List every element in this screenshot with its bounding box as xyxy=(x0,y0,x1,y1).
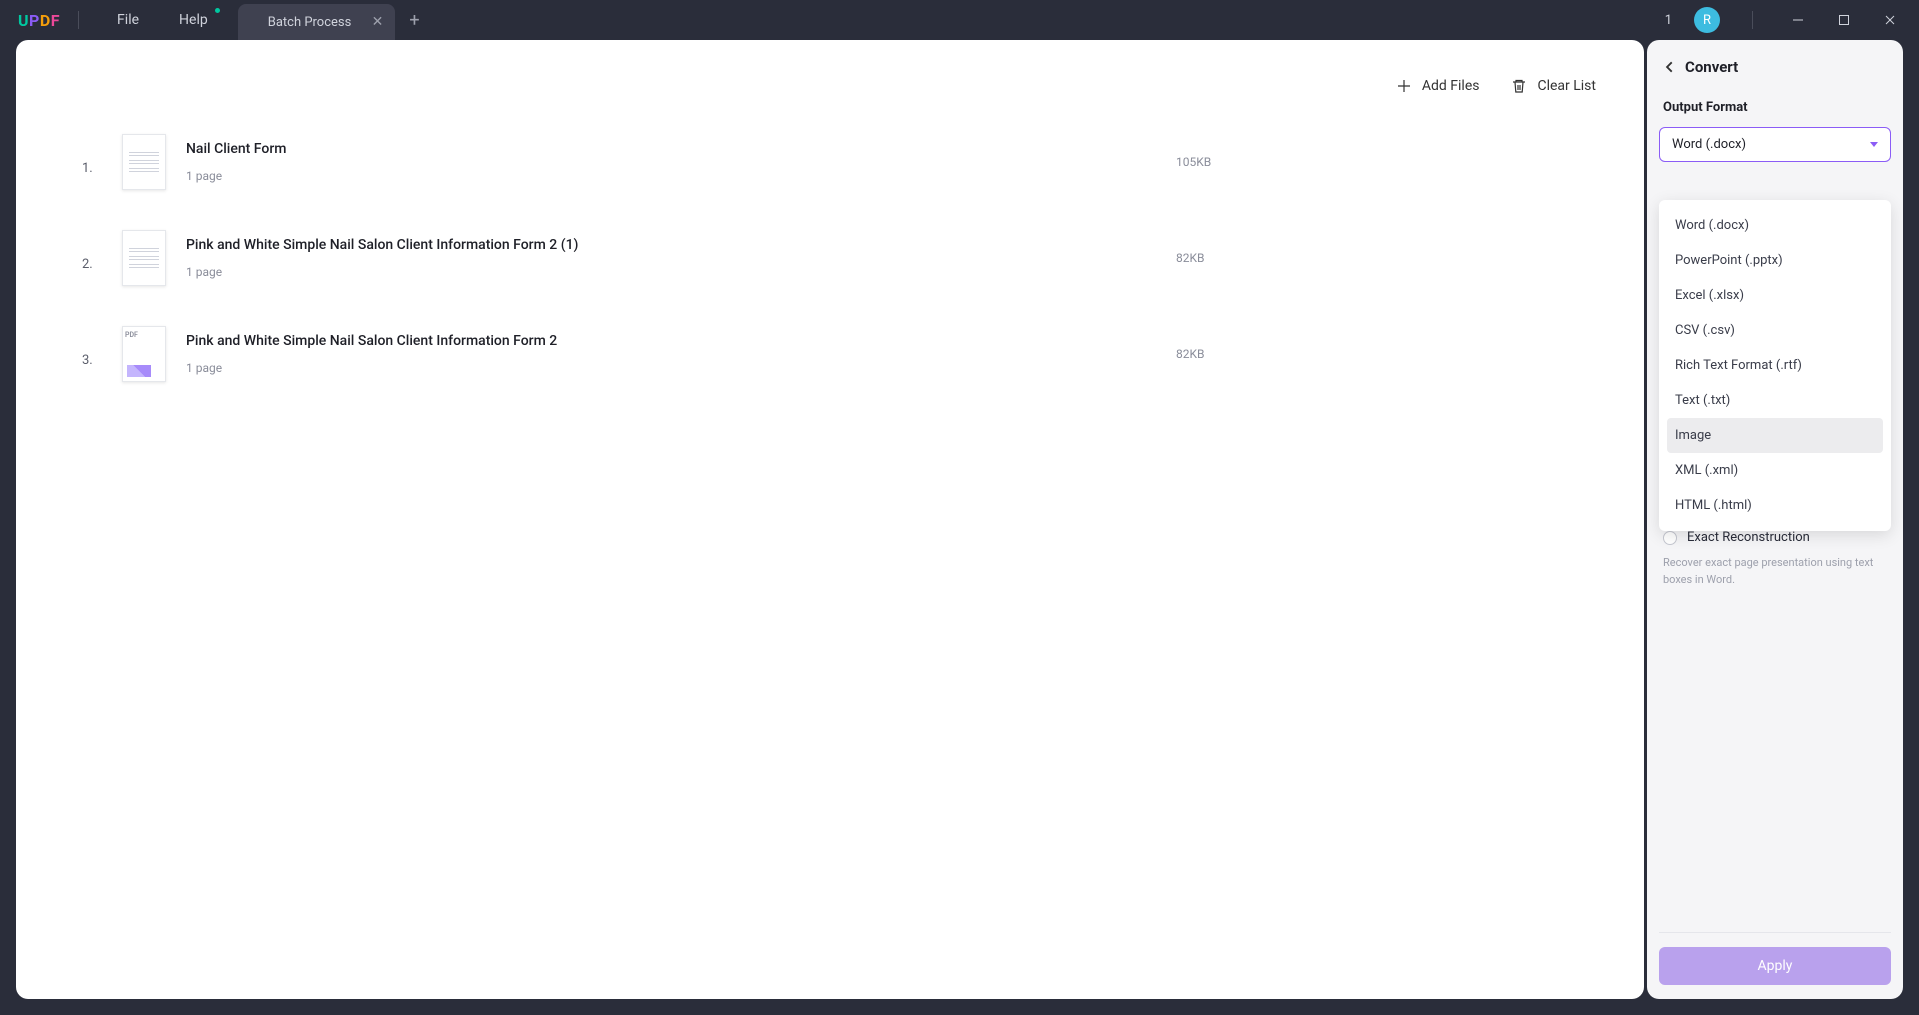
file-row[interactable]: 1. Nail Client Form 1 page 105KB xyxy=(82,114,1596,210)
output-format-label: Output Format xyxy=(1659,100,1891,115)
format-option[interactable]: Excel (.xlsx) xyxy=(1667,278,1883,313)
trash-icon xyxy=(1511,78,1527,94)
file-pages: 1 page xyxy=(186,265,1156,279)
close-tab-icon[interactable]: ✕ xyxy=(372,14,384,30)
radio-label: Exact Reconstruction xyxy=(1687,530,1810,545)
file-pages: 1 page xyxy=(186,169,1156,183)
format-option[interactable]: Rich Text Format (.rtf) xyxy=(1667,348,1883,383)
file-name: Pink and White Simple Nail Salon Client … xyxy=(186,333,1156,349)
file-thumbnail: PDF xyxy=(122,326,166,382)
tab-bar: Batch Process ✕ + xyxy=(238,0,434,40)
user-avatar[interactable]: R xyxy=(1694,7,1720,33)
file-pages: 1 page xyxy=(186,361,1156,375)
page-indicator[interactable]: 1 xyxy=(1665,13,1676,28)
close-icon xyxy=(1884,14,1896,26)
menu-help[interactable]: Help xyxy=(159,4,228,36)
selected-format: Word (.docx) xyxy=(1672,137,1746,152)
format-option[interactable]: Word (.docx) xyxy=(1667,208,1883,243)
format-option[interactable]: HTML (.html) xyxy=(1667,488,1883,523)
help-text: Recover exact page presentation using te… xyxy=(1659,555,1891,588)
panel-header[interactable]: Convert xyxy=(1659,58,1891,76)
minimize-button[interactable] xyxy=(1779,5,1817,35)
file-index: 3. xyxy=(82,353,102,368)
page-number: 1 xyxy=(1665,13,1672,28)
clear-list-button[interactable]: Clear List xyxy=(1511,78,1596,94)
divider xyxy=(1659,932,1891,933)
file-list: 1. Nail Client Form 1 page 105KB 2. Pink and … xyxy=(62,114,1616,402)
file-size: 82KB xyxy=(1176,251,1596,265)
file-info: Pink and White Simple Nail Salon Client … xyxy=(186,237,1156,279)
titlebar: UPDF File Help Batch Process ✕ + 1 R xyxy=(0,0,1919,40)
file-size: 105KB xyxy=(1176,155,1596,169)
convert-panel: Convert Output Format Word (.docx) Word … xyxy=(1647,40,1903,999)
format-option[interactable]: XML (.xml) xyxy=(1667,453,1883,488)
file-size: 82KB xyxy=(1176,347,1596,361)
format-option[interactable]: CSV (.csv) xyxy=(1667,313,1883,348)
file-list-panel: Add Files Clear List 1.Nail Client Form1… xyxy=(62,66,1616,402)
file-index: 1. xyxy=(82,161,102,176)
separator xyxy=(78,11,79,29)
new-tab-button[interactable]: + xyxy=(395,10,433,31)
file-row[interactable]: 3. PDF Pink and White Simple Nail Salon Cl… xyxy=(82,306,1596,402)
file-thumbnail xyxy=(122,230,166,286)
file-name: Nail Client Form xyxy=(186,141,1156,157)
close-button[interactable] xyxy=(1871,5,1909,35)
file-row[interactable]: 2. Pink and White Simple Nail Salon Clien… xyxy=(82,210,1596,306)
file-info: Nail Client Form 1 page xyxy=(186,141,1156,183)
maximize-icon xyxy=(1838,14,1850,26)
format-option[interactable]: Image xyxy=(1667,418,1883,453)
radio-icon xyxy=(1663,531,1677,545)
add-files-label: Add Files xyxy=(1422,78,1480,94)
app-body: Add Files Clear List 1.Nail Client Form1… xyxy=(0,40,1919,1015)
file-index: 2. xyxy=(82,257,102,272)
tab-title: Batch Process xyxy=(268,15,352,30)
list-toolbar: Add Files Clear List xyxy=(62,66,1616,114)
main-panel: Add Files Clear List 1.Nail Client Form1… xyxy=(16,40,1644,999)
chevron-left-icon xyxy=(1663,60,1677,74)
tab-batch-process[interactable]: Batch Process ✕ xyxy=(238,4,396,40)
menu-file[interactable]: File xyxy=(97,4,159,36)
format-option[interactable]: Text (.txt) xyxy=(1667,383,1883,418)
add-files-button[interactable]: Add Files xyxy=(1396,78,1480,94)
panel-title: Convert xyxy=(1685,58,1738,76)
file-info: Pink and White Simple Nail Salon Client … xyxy=(186,333,1156,375)
file-thumbnail xyxy=(122,134,166,190)
titlebar-right: 1 R xyxy=(1665,5,1909,35)
minimize-icon xyxy=(1792,14,1804,26)
format-option[interactable]: PowerPoint (.pptx) xyxy=(1667,243,1883,278)
clear-list-label: Clear List xyxy=(1537,78,1596,94)
exact-reconstruction-option[interactable]: Exact Reconstruction xyxy=(1659,530,1891,545)
separator xyxy=(1752,11,1753,29)
format-dropdown: Word (.docx)PowerPoint (.pptx)Excel (.xl… xyxy=(1659,200,1891,531)
maximize-button[interactable] xyxy=(1825,5,1863,35)
plus-icon xyxy=(1396,78,1412,94)
dropdown-arrow-icon xyxy=(1870,142,1878,147)
file-name: Pink and White Simple Nail Salon Client … xyxy=(186,237,1156,253)
output-format-select[interactable]: Word (.docx) xyxy=(1659,127,1891,162)
app-logo: UPDF xyxy=(18,11,60,30)
apply-button[interactable]: Apply xyxy=(1659,947,1891,985)
